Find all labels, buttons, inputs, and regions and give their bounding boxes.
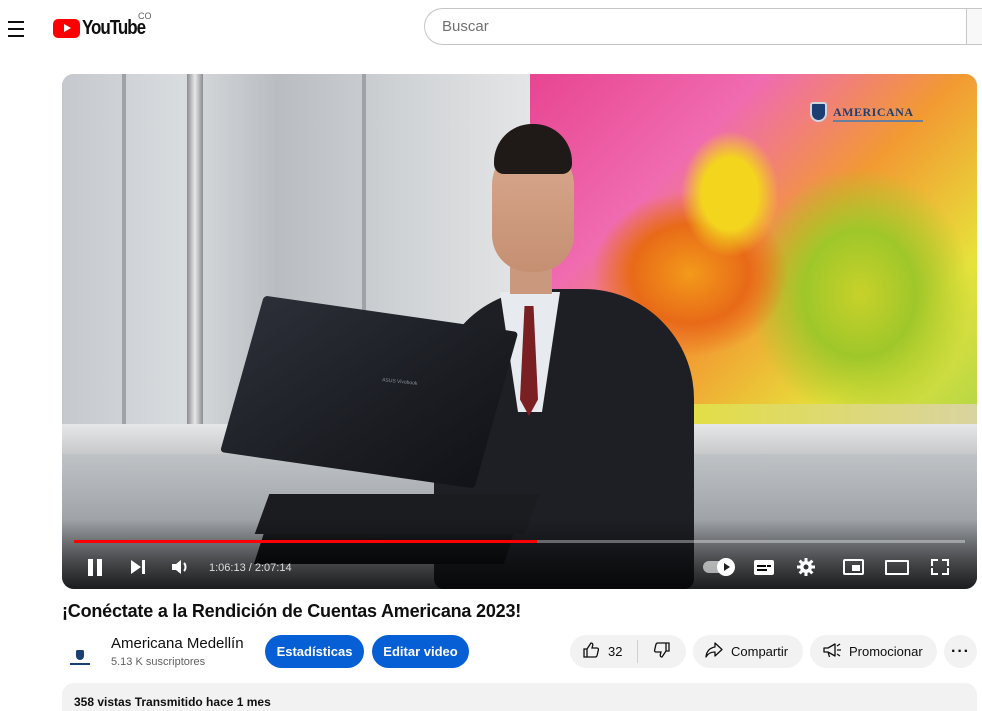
more-icon[interactable]: ···	[944, 635, 977, 668]
pause-icon[interactable]	[85, 555, 105, 579]
progress-played	[74, 540, 538, 543]
channel-avatar[interactable]	[63, 640, 97, 674]
time-display: 1:06:13 / 2:07:14	[209, 562, 292, 574]
settings-gear-icon[interactable]	[795, 555, 817, 579]
next-icon[interactable]	[128, 555, 148, 579]
search-button[interactable]	[966, 8, 982, 45]
share-icon	[705, 642, 723, 661]
autoplay-toggle-icon[interactable]	[700, 555, 736, 579]
volume-icon[interactable]	[170, 555, 192, 579]
edit-video-button[interactable]: Editar video	[372, 635, 469, 668]
video-title: ¡Conéctate a la Rendición de Cuentas Ame…	[62, 601, 522, 621]
promote-label: Promocionar	[849, 644, 923, 659]
theater-mode-icon[interactable]	[884, 555, 910, 579]
share-label: Compartir	[731, 644, 789, 659]
statistics-button[interactable]: Estadísticas	[265, 635, 364, 668]
channel-name[interactable]: Americana Medellín	[111, 635, 244, 652]
dislike-button[interactable]	[638, 635, 686, 668]
americana-shield-icon	[810, 102, 827, 122]
subscriber-count: 5.13 K suscriptores	[111, 656, 206, 668]
dislike-icon	[653, 641, 671, 662]
channel-shield-icon	[76, 649, 84, 660]
search-box[interactable]	[424, 8, 968, 45]
americana-watermark: AMERICANA	[810, 102, 914, 122]
youtube-logo-icon	[53, 18, 80, 38]
menu-icon[interactable]	[8, 21, 28, 37]
like-dislike-group: 32	[570, 635, 686, 668]
youtube-logo-text: YouTube	[82, 16, 146, 39]
like-icon	[582, 641, 600, 662]
americana-watermark-text: AMERICANA	[833, 104, 914, 119]
view-and-date: 358 vistas Transmitido hace 1 mes	[74, 695, 271, 709]
player-controls: 1:06:13 / 2:07:14	[62, 549, 977, 585]
like-count: 32	[608, 644, 623, 659]
promote-icon	[822, 642, 842, 661]
promote-button[interactable]: Promocionar	[810, 635, 937, 668]
miniplayer-icon[interactable]	[841, 555, 865, 579]
fullscreen-icon[interactable]	[928, 555, 952, 579]
description-box[interactable]: 358 vistas Transmitido hace 1 mes	[62, 683, 977, 711]
search-input[interactable]	[442, 18, 968, 35]
subtitles-icon[interactable]	[753, 555, 775, 579]
video-player[interactable]: ASUS Vivobook AMERICANA 1:06:13 / 2:07:1…	[62, 74, 977, 589]
video-frame: ASUS Vivobook AMERICANA	[62, 74, 977, 589]
like-button[interactable]: 32	[570, 635, 637, 668]
share-button[interactable]: Compartir	[693, 635, 803, 668]
progress-bar[interactable]	[74, 540, 965, 543]
country-code: CO	[138, 11, 152, 21]
